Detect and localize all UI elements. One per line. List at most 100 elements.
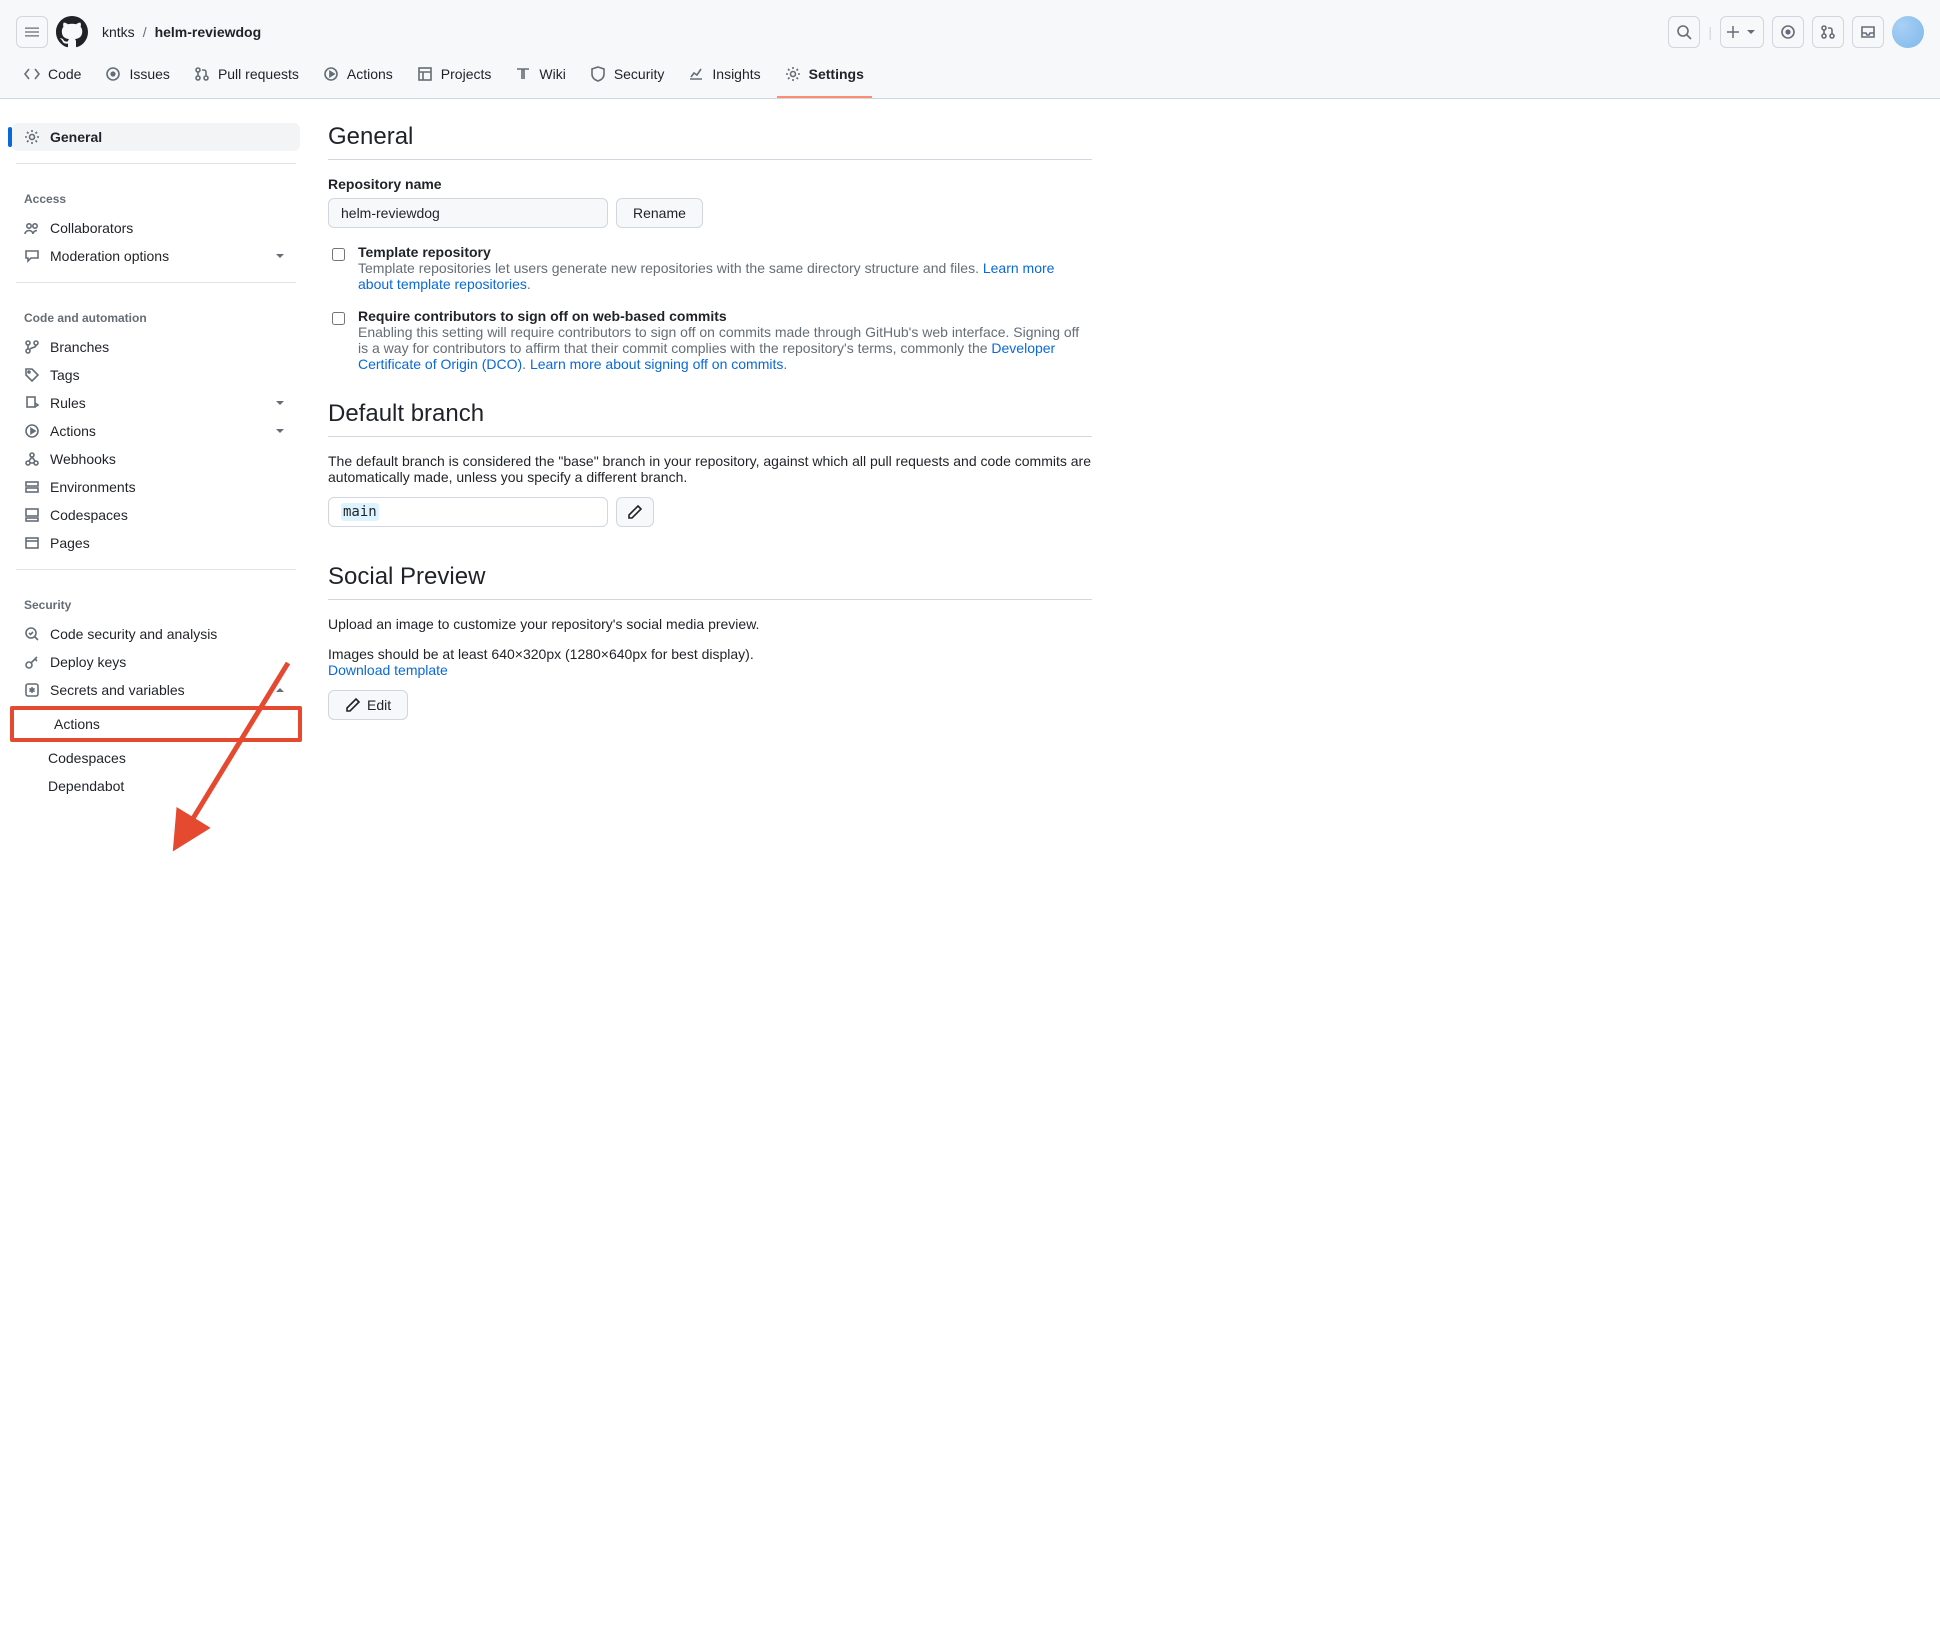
sidebar-item-code-security[interactable]: Code security and analysis <box>12 620 300 648</box>
template-repo-desc: Template repositories let users generate… <box>358 260 1092 292</box>
tab-label: Code <box>48 66 81 82</box>
book-icon <box>515 66 531 82</box>
sidebar-subitem-dependabot[interactable]: Dependabot <box>12 772 300 800</box>
breadcrumb-repo[interactable]: helm-reviewdog <box>155 24 262 40</box>
repo-name-input[interactable] <box>328 198 608 228</box>
sidebar-item-label: Dependabot <box>48 778 124 794</box>
sidebar-item-tags[interactable]: Tags <box>12 361 300 389</box>
sidebar-item-webhooks[interactable]: Webhooks <box>12 445 300 473</box>
social-desc-1: Upload an image to customize your reposi… <box>328 616 1092 632</box>
sidebar-item-environments[interactable]: Environments <box>12 473 300 501</box>
sidebar-divider <box>16 569 296 570</box>
sidebar-item-branches[interactable]: Branches <box>12 333 300 361</box>
sidebar-item-label: Collaborators <box>50 220 133 236</box>
signoff-checkbox[interactable] <box>332 311 345 326</box>
pull-requests-tray-button[interactable] <box>1812 16 1844 48</box>
sidebar-group-access: Access <box>8 176 304 214</box>
tab-label: Security <box>614 66 665 82</box>
sidebar-group-code-automation: Code and automation <box>8 295 304 333</box>
sidebar-item-label: Webhooks <box>50 451 116 467</box>
inbox-button[interactable] <box>1852 16 1884 48</box>
social-desc-2: Images should be at least 640×320px (128… <box>328 646 1092 678</box>
tab-label: Actions <box>347 66 393 82</box>
hamburger-icon <box>24 24 40 40</box>
template-repo-checkbox[interactable] <box>332 247 345 262</box>
edit-default-branch-button[interactable] <box>616 497 654 527</box>
tab-settings[interactable]: Settings <box>777 56 872 98</box>
general-heading: General <box>328 123 1092 160</box>
sidebar-item-rules[interactable]: Rules <box>12 389 300 417</box>
tab-insights[interactable]: Insights <box>680 56 768 98</box>
webhook-icon <box>24 451 40 467</box>
code-icon <box>24 66 40 82</box>
sidebar-subitem-codespaces[interactable]: Codespaces <box>12 744 300 772</box>
plus-icon <box>1725 24 1741 40</box>
sidebar-item-label: Codespaces <box>50 507 128 523</box>
repo-push-icon <box>24 395 40 411</box>
gear-icon <box>24 129 40 145</box>
pencil-icon <box>345 697 361 713</box>
edit-social-button[interactable]: Edit <box>328 690 408 720</box>
server-icon <box>24 479 40 495</box>
default-branch-heading: Default branch <box>328 400 1092 437</box>
issues-tray-button[interactable] <box>1772 16 1804 48</box>
tab-actions[interactable]: Actions <box>315 56 401 98</box>
key-icon <box>24 654 40 670</box>
tab-label: Issues <box>129 66 169 82</box>
breadcrumb-separator: / <box>143 24 147 40</box>
sidebar-item-pages[interactable]: Pages <box>12 529 300 557</box>
git-branch-icon <box>24 339 40 355</box>
tab-label: Pull requests <box>218 66 299 82</box>
signoff-title: Require contributors to sign off on web-… <box>358 308 1092 324</box>
browser-icon <box>24 535 40 551</box>
codescan-icon <box>24 626 40 642</box>
pencil-icon <box>627 504 643 520</box>
sidebar-item-general[interactable]: General <box>12 123 300 151</box>
tab-label: Projects <box>441 66 492 82</box>
signoff-learn-more-link[interactable]: Learn more about signing off on commits <box>530 356 783 372</box>
github-logo[interactable] <box>56 16 88 48</box>
tab-projects[interactable]: Projects <box>409 56 500 98</box>
sidebar-subitem-actions[interactable]: Actions <box>18 710 294 738</box>
table-icon <box>417 66 433 82</box>
annotation-highlight: Actions <box>10 706 302 742</box>
create-new-button[interactable] <box>1720 16 1764 48</box>
rename-button[interactable]: Rename <box>616 198 703 228</box>
breadcrumb-owner[interactable]: kntks <box>102 24 135 40</box>
sidebar-item-secrets-variables[interactable]: Secrets and variables <box>12 676 300 704</box>
graph-icon <box>688 66 704 82</box>
codespaces-icon <box>24 507 40 523</box>
avatar[interactable] <box>1892 16 1924 48</box>
search-button[interactable] <box>1668 16 1700 48</box>
sidebar-item-label: Branches <box>50 339 109 355</box>
social-preview-heading: Social Preview <box>328 563 1092 600</box>
tab-pull-requests[interactable]: Pull requests <box>186 56 307 98</box>
tab-label: Wiki <box>539 66 565 82</box>
shield-icon <box>590 66 606 82</box>
chevron-down-icon <box>272 248 288 264</box>
tab-issues[interactable]: Issues <box>97 56 177 98</box>
hamburger-button[interactable] <box>16 16 48 48</box>
tab-security[interactable]: Security <box>582 56 673 98</box>
default-branch-value: main <box>328 497 608 527</box>
global-header: kntks / helm-reviewdog | <box>0 0 1940 56</box>
sidebar-item-label: Actions <box>54 716 100 732</box>
sidebar-item-moderation[interactable]: Moderation options <box>12 242 300 270</box>
sidebar-item-actions[interactable]: Actions <box>12 417 300 445</box>
sidebar-item-label: Secrets and variables <box>50 682 185 698</box>
sidebar-item-deploy-keys[interactable]: Deploy keys <box>12 648 300 676</box>
settings-sidebar: General Access Collaborators Moderation … <box>8 123 304 800</box>
chevron-down-icon <box>272 423 288 439</box>
sidebar-item-collaborators[interactable]: Collaborators <box>12 214 300 242</box>
sidebar-item-label: General <box>50 129 102 145</box>
sidebar-item-codespaces[interactable]: Codespaces <box>12 501 300 529</box>
tab-code[interactable]: Code <box>16 56 89 98</box>
git-pull-request-icon <box>194 66 210 82</box>
dot-circle-icon <box>1780 24 1796 40</box>
tab-wiki[interactable]: Wiki <box>507 56 573 98</box>
sidebar-group-security: Security <box>8 582 304 620</box>
download-template-link[interactable]: Download template <box>328 662 448 678</box>
sidebar-item-label: Actions <box>50 423 96 439</box>
sidebar-item-label: Deploy keys <box>50 654 126 670</box>
template-repo-title: Template repository <box>358 244 1092 260</box>
